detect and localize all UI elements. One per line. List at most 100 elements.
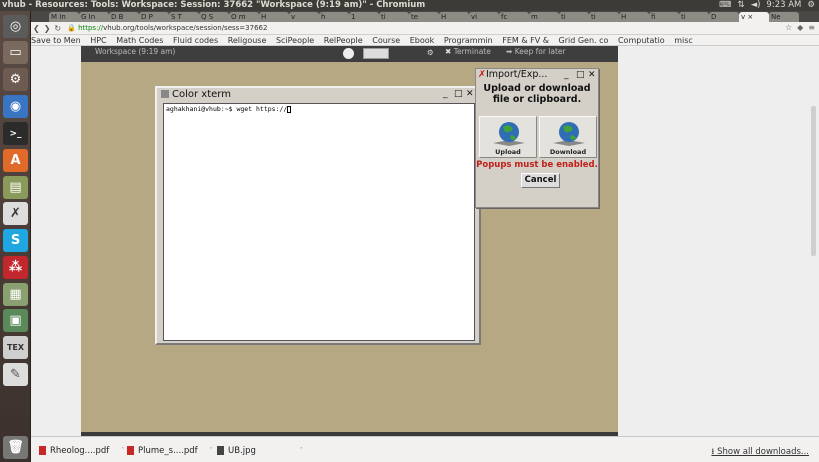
bookmark-folder[interactable]: HPC (90, 36, 106, 45)
terminal-icon[interactable]: >_ (3, 122, 28, 145)
keep-button[interactable]: ➡ Keep for later (506, 47, 566, 56)
arrow-icon: ➡ (506, 47, 513, 56)
cancel-button[interactable]: Cancel (521, 173, 560, 188)
bookmark-folder[interactable]: FEM & FV & (502, 36, 549, 45)
tab[interactable]: h (319, 12, 349, 22)
download-item[interactable]: Plume_s....pdf ˄ (127, 442, 213, 459)
show-all-downloads-link[interactable]: ⭳ Show all downloads... (711, 446, 809, 460)
trash-icon[interactable]: 🗑 (3, 436, 28, 459)
tab[interactable]: ti (559, 12, 589, 22)
bookmark-folder[interactable]: RelPeople (324, 36, 363, 45)
keyboard-icon[interactable]: ⌨ (719, 0, 731, 11)
extension-icon[interactable]: ◆ (797, 23, 803, 32)
tab[interactable]: Ne (769, 12, 799, 22)
close-button[interactable]: ✕ (466, 89, 474, 99)
star-icon[interactable]: ☆ (785, 23, 792, 32)
minimize-button[interactable]: _ (564, 70, 569, 80)
dialog-title: Import/Exp... (485, 69, 548, 80)
software-center-icon[interactable]: A (3, 149, 28, 172)
tab[interactable]: H (619, 12, 649, 22)
system-tray[interactable]: ⌨ ⇅ ◄) 9:23 AM ⚙ (719, 0, 815, 11)
bookmark-folder[interactable]: Computatio (618, 36, 665, 45)
skype-icon[interactable]: S (3, 229, 28, 252)
import-export-dialog[interactable]: ✗Import/Exp... _ □ ✕ Upload or download … (475, 68, 599, 208)
bookmark-folder[interactable]: misc (674, 36, 693, 45)
tab[interactable]: v (289, 12, 319, 22)
xterm-menu-icon[interactable] (161, 90, 169, 98)
tab[interactable]: D (709, 12, 739, 22)
address-bar: ❮ ❯ ↻ 🔒 https://vhub.org/tools/workspace… (31, 22, 819, 35)
tab[interactable]: H (439, 12, 469, 22)
clock[interactable]: 9:23 AM (766, 0, 801, 11)
session-icon[interactable] (343, 48, 354, 59)
xterm-window[interactable]: Color xterm _ □ ✕ aghakhani@vhub:~$ wget… (155, 86, 481, 345)
reload-icon[interactable]: ↻ (52, 24, 63, 33)
download-item[interactable]: Rheolog....pdf ˄ (39, 442, 124, 459)
download-item[interactable]: UB.jpg ˄ (217, 442, 303, 459)
tab[interactable]: 1 (349, 12, 379, 22)
close-button[interactable]: ✕ (588, 70, 596, 80)
bookmark-folder[interactable]: SciPeople (276, 36, 314, 45)
tab[interactable]: D P (139, 12, 169, 22)
tab[interactable]: S T (169, 12, 199, 22)
app-icon[interactable]: ⁂ (3, 256, 28, 279)
url-field[interactable]: 🔒 https://vhub.org/tools/workspace/sessi… (67, 24, 267, 32)
maximize-button[interactable]: □ (576, 70, 585, 80)
download-button[interactable]: Download (539, 116, 597, 158)
back-icon[interactable]: ❮ (31, 24, 42, 33)
gear-icon[interactable]: ⚙ (427, 48, 434, 57)
dash-icon[interactable]: ◎ (3, 15, 28, 38)
text-editor-icon[interactable]: ✎ (3, 363, 28, 386)
bookmark-folder[interactable]: Ebook (410, 36, 435, 45)
chevron-up-icon[interactable]: ˄ (300, 447, 303, 454)
settings-icon[interactable]: ⚙ (3, 68, 28, 91)
xterm-titlebar[interactable]: Color xterm _ □ ✕ (157, 88, 479, 100)
keyboard-button[interactable] (363, 48, 389, 59)
tab[interactable]: ti (679, 12, 709, 22)
chromium-icon[interactable]: ◉ (3, 95, 28, 118)
tab[interactable]: Q S (199, 12, 229, 22)
terminal-area[interactable]: aghakhani@vhub:~$ wget https:// (163, 103, 475, 341)
image-viewer-icon[interactable]: ▦ (3, 283, 28, 306)
bookmark-folder[interactable]: Course (372, 36, 400, 45)
texmaker-icon[interactable]: TEX (3, 336, 28, 359)
page-scrollbar[interactable] (811, 106, 816, 256)
power-icon[interactable]: ⚙ (807, 0, 815, 11)
bookmark-item[interactable]: Save to Men (31, 36, 81, 45)
menu-icon[interactable]: ≡ (808, 23, 815, 32)
system-monitor-icon[interactable]: ▣ (3, 309, 28, 332)
upload-button[interactable]: Upload (479, 116, 537, 158)
tab[interactable]: ti (589, 12, 619, 22)
tab[interactable]: O m (229, 12, 259, 22)
tab[interactable]: fi (649, 12, 679, 22)
tab[interactable]: vi (469, 12, 499, 22)
tab[interactable]: G In (79, 12, 109, 22)
minimize-button[interactable]: _ (443, 89, 448, 99)
vnc-desktop[interactable]: Workspace (9:19 am) ⚙ ✖ Terminate ➡ Keep… (81, 46, 618, 436)
bookmark-folder[interactable]: Fluid codes (173, 36, 218, 45)
bookmark-folder[interactable]: Grid Gen. co (559, 36, 609, 45)
dialog-titlebar[interactable]: ✗Import/Exp... _ □ ✕ (476, 69, 598, 81)
tab[interactable]: fc (499, 12, 529, 22)
tab[interactable]: te (409, 12, 439, 22)
tab[interactable]: m (529, 12, 559, 22)
archive-icon[interactable]: ▤ (3, 176, 28, 199)
tab-active[interactable]: v × (739, 12, 769, 22)
chevron-up-icon[interactable]: ˄ (210, 447, 213, 454)
tab[interactable]: ti (379, 12, 409, 22)
chevron-up-icon[interactable]: ˄ (121, 447, 124, 454)
maximize-button[interactable]: □ (454, 89, 463, 99)
terminate-button[interactable]: ✖ Terminate (445, 47, 491, 56)
tab[interactable]: D B (109, 12, 139, 22)
tab[interactable]: H (259, 12, 289, 22)
volume-icon[interactable]: ◄) (751, 0, 761, 11)
network-icon[interactable]: ⇅ (737, 0, 744, 11)
files-icon[interactable]: ▭ (3, 41, 28, 64)
xfig-icon[interactable]: ✗ (3, 202, 28, 225)
bookmark-folder[interactable]: Math Codes (116, 36, 163, 45)
bookmark-folder[interactable]: Religouse (228, 36, 267, 45)
bookmarks-bar: Save to Men HPC Math Codes Fluid codes R… (31, 35, 819, 46)
tab[interactable]: M In (49, 12, 79, 22)
forward-icon[interactable]: ❯ (42, 24, 53, 33)
bookmark-folder[interactable]: Programmin (444, 36, 493, 45)
